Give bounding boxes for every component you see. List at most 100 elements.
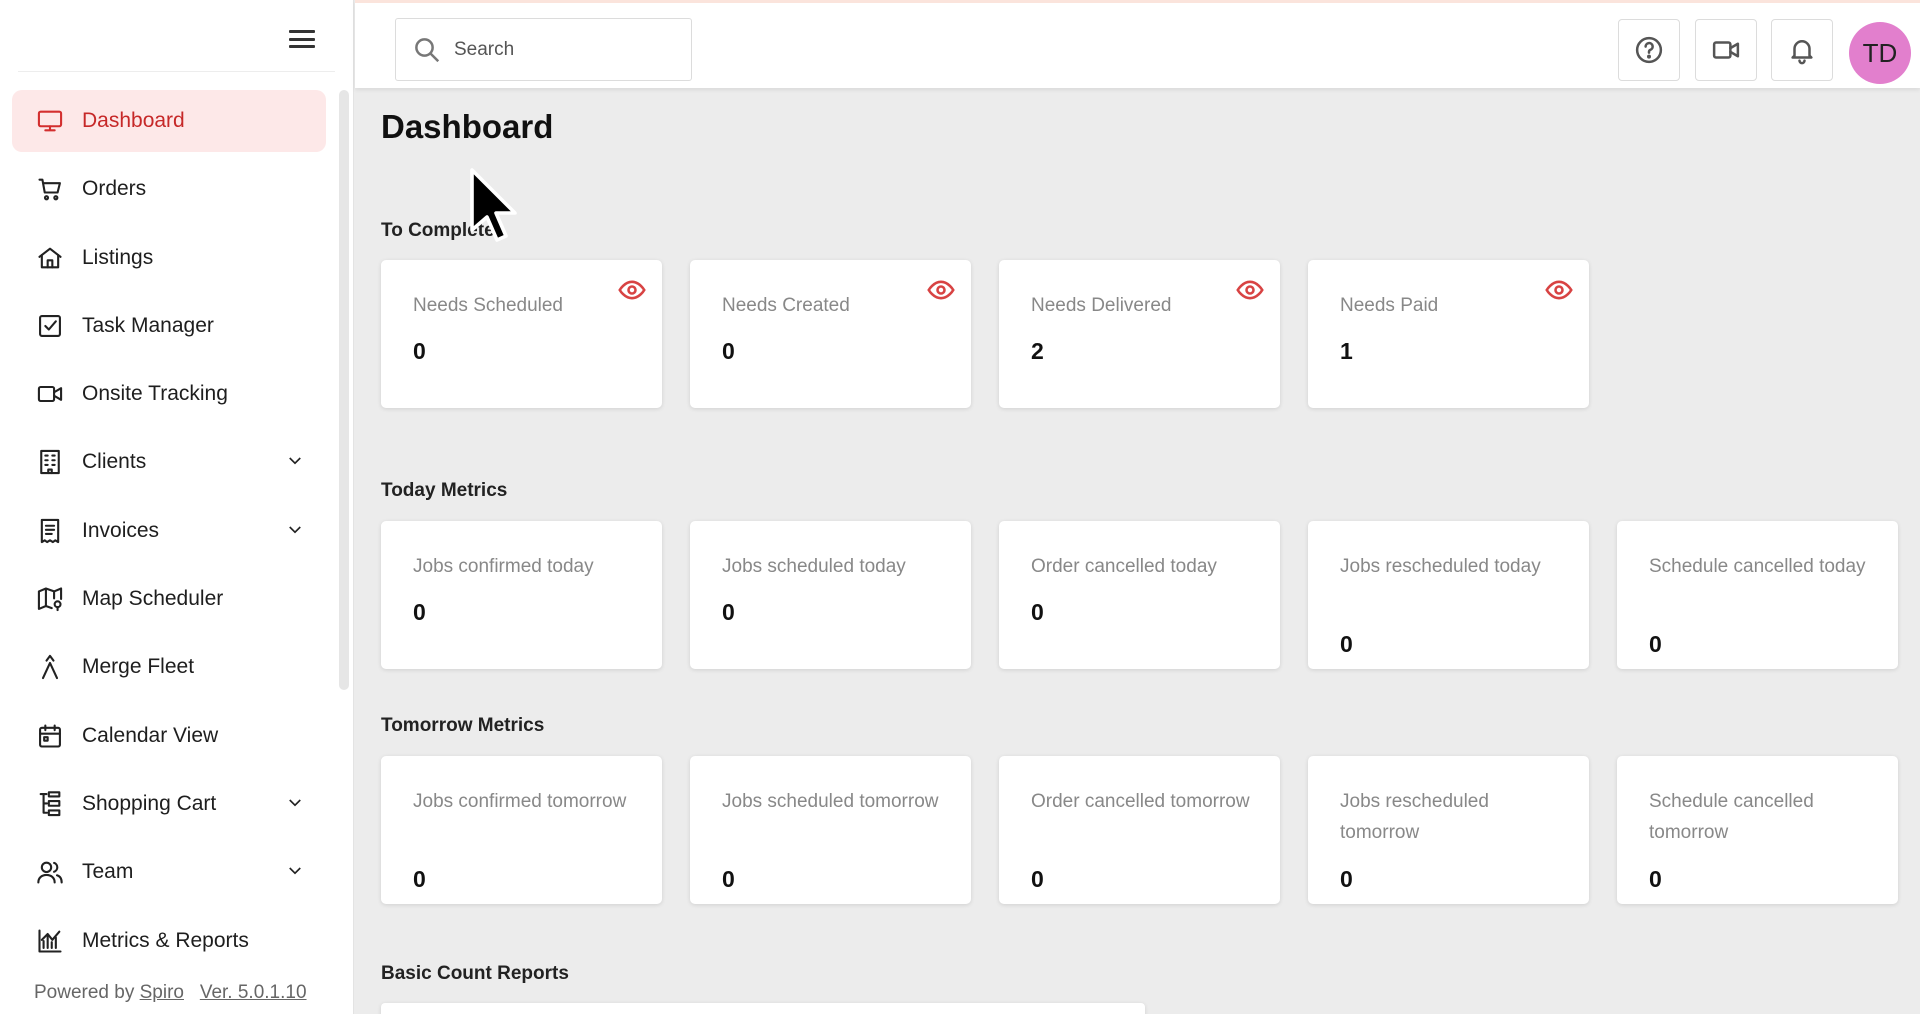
card-value: 0 bbox=[413, 866, 426, 892]
metric-card-schedule-cancelled-tomorrow[interactable]: Schedule cancelled tomorrow 0 bbox=[1617, 756, 1898, 904]
chevron-down-icon[interactable] bbox=[286, 862, 304, 880]
notifications-button[interactable] bbox=[1771, 19, 1833, 81]
search-box[interactable] bbox=[395, 18, 692, 81]
sidebar-footer: Powered by Spiro Ver. 5.0.1.10 bbox=[34, 982, 307, 1004]
cart-icon bbox=[36, 175, 64, 203]
sidebar-item-label: Metrics & Reports bbox=[82, 928, 249, 952]
sidebar-item-onsite-tracking[interactable]: Onsite Tracking bbox=[12, 363, 326, 425]
card-value: 0 bbox=[1649, 631, 1662, 657]
help-icon bbox=[1635, 36, 1663, 64]
metric-card-needs-paid[interactable]: Needs Paid 1 bbox=[1308, 260, 1589, 408]
sidebar-item-invoices[interactable]: Invoices bbox=[12, 500, 326, 562]
eye-icon[interactable] bbox=[618, 276, 646, 304]
video-camera-icon bbox=[1712, 41, 1740, 59]
mouse-cursor-icon bbox=[470, 168, 517, 242]
sidebar-item-task-manager[interactable]: Task Manager bbox=[12, 295, 326, 357]
chevron-down-icon[interactable] bbox=[286, 521, 304, 539]
sidebar-item-label: Calendar View bbox=[82, 723, 219, 747]
card-label: Jobs scheduled today bbox=[722, 556, 906, 577]
page-title: Dashboard bbox=[381, 108, 554, 145]
card-label: Needs Created bbox=[722, 295, 850, 316]
card-value: 0 bbox=[1340, 631, 1353, 657]
metric-card-jobs-scheduled-tomorrow[interactable]: Jobs scheduled tomorrow 0 bbox=[690, 756, 971, 904]
card-value: 0 bbox=[1340, 866, 1353, 892]
eye-icon[interactable] bbox=[1545, 276, 1573, 304]
topbar: TD bbox=[355, 0, 1920, 88]
sidebar: Dashboard Orders Listings Task Manager O… bbox=[0, 0, 354, 1014]
sidebar-item-merge-fleet[interactable]: Merge Fleet bbox=[12, 636, 326, 698]
card-label: Jobs confirmed today bbox=[413, 556, 594, 577]
card-label: Needs Paid bbox=[1340, 295, 1439, 316]
card-label: Needs Scheduled bbox=[413, 295, 563, 316]
card-value: 0 bbox=[722, 599, 735, 625]
sidebar-item-dashboard[interactable]: Dashboard bbox=[12, 90, 326, 152]
hierarchy-icon bbox=[36, 790, 64, 818]
metric-card-schedule-cancelled-today[interactable]: Schedule cancelled today 0 bbox=[1617, 521, 1898, 669]
video-button[interactable] bbox=[1695, 19, 1757, 81]
card-label: Needs Delivered bbox=[1031, 295, 1172, 316]
avatar[interactable]: TD bbox=[1849, 22, 1911, 84]
metric-card-jobs-confirmed-today[interactable]: Jobs confirmed today 0 bbox=[381, 521, 662, 669]
card-label: Schedule cancelled tomorrow bbox=[1649, 791, 1814, 843]
checkbox-icon bbox=[36, 312, 64, 340]
metric-card-needs-scheduled[interactable]: Needs Scheduled 0 bbox=[381, 260, 662, 408]
sidebar-header bbox=[18, 0, 335, 72]
card-value: 0 bbox=[413, 338, 426, 364]
metric-card-jobs-confirmed-tomorrow[interactable]: Jobs confirmed tomorrow 0 bbox=[381, 756, 662, 904]
card-value: 0 bbox=[1031, 599, 1044, 625]
version-link[interactable]: Ver. 5.0.1.10 bbox=[200, 982, 307, 1003]
sidebar-nav: Dashboard Orders Listings Task Manager O… bbox=[12, 90, 326, 978]
card-label: Jobs rescheduled tomorrow bbox=[1340, 791, 1489, 843]
sidebar-item-label: Clients bbox=[82, 450, 147, 474]
sidebar-item-map-scheduler[interactable]: Map Scheduler bbox=[12, 568, 326, 630]
sidebar-item-calendar-view[interactable]: Calendar View bbox=[12, 705, 326, 767]
search-input[interactable] bbox=[454, 38, 664, 61]
metric-card-needs-delivered[interactable]: Needs Delivered 2 bbox=[999, 260, 1280, 408]
sidebar-item-label: Shopping Cart bbox=[82, 791, 217, 815]
card-value: 2 bbox=[1031, 338, 1044, 364]
powered-by-text: Powered by bbox=[34, 982, 135, 1003]
card-value: 0 bbox=[1649, 866, 1662, 892]
metric-card-jobs-rescheduled-today[interactable]: Jobs rescheduled today 0 bbox=[1308, 521, 1589, 669]
sidebar-item-label: Map Scheduler bbox=[82, 587, 224, 611]
card-label: Schedule cancelled today bbox=[1649, 556, 1866, 577]
card-label: Jobs rescheduled today bbox=[1340, 556, 1541, 577]
metric-card-needs-created[interactable]: Needs Created 0 bbox=[690, 260, 971, 408]
metric-card-order-cancelled-tomorrow[interactable]: Order cancelled tomorrow 0 bbox=[999, 756, 1280, 904]
search-icon bbox=[415, 37, 440, 62]
card-value: 0 bbox=[1031, 866, 1044, 892]
section-title-today-metrics: Today Metrics bbox=[381, 480, 508, 501]
card-value: 1 bbox=[1340, 338, 1353, 364]
help-button[interactable] bbox=[1618, 19, 1680, 81]
card-value: 0 bbox=[722, 338, 735, 364]
chevron-down-icon[interactable] bbox=[286, 452, 304, 470]
sidebar-item-team[interactable]: Team bbox=[12, 841, 326, 903]
spiro-link[interactable]: Spiro bbox=[140, 982, 184, 1003]
sidebar-item-label: Dashboard bbox=[82, 109, 185, 132]
card-label: Order cancelled tomorrow bbox=[1031, 791, 1250, 812]
eye-icon[interactable] bbox=[1236, 276, 1264, 304]
basic-count-reports-panel bbox=[381, 1003, 1145, 1014]
sidebar-item-clients[interactable]: Clients bbox=[12, 431, 326, 493]
sidebar-item-orders[interactable]: Orders bbox=[12, 158, 326, 220]
calendar-icon bbox=[36, 722, 64, 750]
receipt-icon bbox=[36, 517, 64, 545]
sidebar-item-shopping-cart[interactable]: Shopping Cart bbox=[12, 773, 326, 835]
sidebar-scrollbar[interactable] bbox=[339, 90, 349, 690]
metric-card-jobs-rescheduled-tomorrow[interactable]: Jobs rescheduled tomorrow 0 bbox=[1308, 756, 1589, 904]
sidebar-item-label: Invoices bbox=[82, 518, 160, 542]
card-value: 0 bbox=[722, 866, 735, 892]
sidebar-item-label: Orders bbox=[82, 177, 147, 201]
sidebar-item-label: Team bbox=[82, 860, 134, 884]
merge-icon bbox=[36, 653, 64, 681]
chevron-down-icon[interactable] bbox=[286, 794, 304, 812]
metric-card-order-cancelled-today[interactable]: Order cancelled today 0 bbox=[999, 521, 1280, 669]
eye-icon[interactable] bbox=[927, 276, 955, 304]
sidebar-item-metrics-reports[interactable]: Metrics & Reports bbox=[12, 910, 326, 972]
menu-toggle-icon[interactable] bbox=[289, 30, 315, 50]
metric-card-jobs-scheduled-today[interactable]: Jobs scheduled today 0 bbox=[690, 521, 971, 669]
sidebar-item-label: Listings bbox=[82, 245, 154, 269]
sidebar-item-label: Onsite Tracking bbox=[82, 382, 228, 406]
sidebar-item-listings[interactable]: Listings bbox=[12, 227, 326, 289]
building-icon bbox=[36, 448, 64, 476]
